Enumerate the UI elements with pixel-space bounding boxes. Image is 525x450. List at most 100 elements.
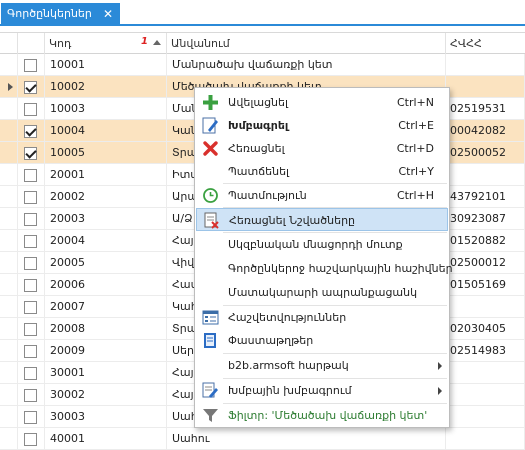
row-indicator bbox=[0, 296, 18, 318]
cell-code: 10002 bbox=[45, 76, 167, 98]
menu-item-copy[interactable]: Պատճենել Ctrl+Y bbox=[196, 160, 448, 183]
current-row-arrow-icon bbox=[8, 83, 13, 91]
menu-item-group-edit[interactable]: Խմբային խմբագրում bbox=[196, 379, 448, 402]
cell-code: 20006 bbox=[45, 274, 167, 296]
row-indicator bbox=[0, 274, 18, 296]
cell-code: 10005 bbox=[45, 142, 167, 164]
cell-tax: 43792101 bbox=[446, 186, 525, 208]
menu-item-documents[interactable]: Փաստաթղթեր bbox=[196, 329, 448, 352]
menu-item-history[interactable]: Պատմություն Ctrl+H bbox=[196, 184, 448, 207]
group-edit-icon bbox=[202, 382, 219, 399]
cell-tax: 01520882 bbox=[446, 230, 525, 252]
checkbox-cell bbox=[18, 406, 45, 428]
menu-item-partner-accounts[interactable]: Գործընկերոջ հաշվարկային հաշիվներ bbox=[196, 257, 453, 280]
cell-code: 20009 bbox=[45, 340, 167, 362]
tab-partners[interactable]: Գործընկերներ ✕ bbox=[1, 3, 120, 26]
cell-code: 10001 bbox=[45, 54, 167, 76]
row-indicator bbox=[0, 164, 18, 186]
close-icon[interactable]: ✕ bbox=[103, 7, 113, 21]
plus-icon bbox=[202, 94, 219, 111]
table-row[interactable]: 10001 Մանրածախ վաճառքի կետ bbox=[0, 54, 525, 76]
checkbox-cell bbox=[18, 208, 45, 230]
checkbox-cell bbox=[18, 54, 45, 76]
cell-code: 10003 bbox=[45, 98, 167, 120]
menu-item-edit[interactable]: Խմբագրել Ctrl+E bbox=[196, 114, 448, 137]
context-menu: Ավելացնել Ctrl+N Խմբագրել Ctrl+E Հեռացնե… bbox=[194, 87, 453, 428]
edit-icon bbox=[202, 117, 219, 134]
menu-item-add[interactable]: Ավելացնել Ctrl+N bbox=[196, 91, 448, 114]
cell-tax bbox=[446, 54, 525, 76]
row-indicator bbox=[0, 340, 18, 362]
cell-code: 10004 bbox=[45, 120, 167, 142]
checkbox-cell bbox=[18, 98, 45, 120]
checkbox-cell bbox=[18, 340, 45, 362]
checkbox-cell bbox=[18, 428, 45, 450]
checkbox-cell bbox=[18, 186, 45, 208]
cell-tax: 02500012 bbox=[446, 252, 525, 274]
menu-item-reports[interactable]: Հաշվետվություններ bbox=[196, 306, 448, 329]
cell-code: 30002 bbox=[45, 384, 167, 406]
cell-code: 30003 bbox=[45, 406, 167, 428]
checkbox-cell bbox=[18, 384, 45, 406]
cell-code: 20003 bbox=[45, 208, 167, 230]
checkbox-cell bbox=[18, 252, 45, 274]
cell-code: 20007 bbox=[45, 296, 167, 318]
cell-code: 20008 bbox=[45, 318, 167, 340]
row-indicator bbox=[0, 252, 18, 274]
documents-icon bbox=[202, 332, 219, 349]
tab-title: Գործընկերներ bbox=[7, 7, 92, 20]
history-icon bbox=[202, 187, 219, 204]
column-header-name[interactable]: Անվանում bbox=[167, 33, 446, 54]
row-indicator bbox=[0, 98, 18, 120]
column-header-tax[interactable]: ՀՎՀՀ bbox=[446, 33, 525, 54]
menu-item-supplier-pricelist[interactable]: Մատակարարի ապրանքացանկ bbox=[196, 281, 448, 304]
checkbox-cell bbox=[18, 142, 45, 164]
cell-tax: 02519531 bbox=[446, 98, 525, 120]
cell-tax bbox=[446, 428, 525, 450]
menu-item-b2b-platform[interactable]: b2b.armsoft հարթակ bbox=[196, 354, 448, 377]
row-indicator bbox=[0, 54, 18, 76]
cell-code: 20002 bbox=[45, 186, 167, 208]
grid-header: Կոդ 1 Անվանում ՀՎՀՀ bbox=[0, 33, 525, 54]
cell-tax bbox=[446, 296, 525, 318]
row-indicator bbox=[0, 428, 18, 450]
cell-code: 20005 bbox=[45, 252, 167, 274]
checkbox-cell bbox=[18, 120, 45, 142]
menu-item-delete[interactable]: Հեռացնել Ctrl+D bbox=[196, 137, 448, 160]
submenu-arrow-icon bbox=[438, 387, 442, 395]
row-indicator bbox=[0, 142, 18, 164]
submenu-arrow-icon bbox=[438, 362, 442, 370]
sort-order-index: 1 bbox=[141, 36, 148, 47]
checkbox-cell bbox=[18, 318, 45, 340]
checkbox-cell bbox=[18, 362, 45, 384]
cell-code: 40001 bbox=[45, 428, 167, 450]
row-indicator bbox=[0, 120, 18, 142]
cell-tax bbox=[446, 76, 525, 98]
cell-code: 20001 bbox=[45, 164, 167, 186]
cell-tax bbox=[446, 362, 525, 384]
delete-marked-icon bbox=[203, 212, 220, 229]
row-indicator bbox=[0, 208, 18, 230]
cell-tax: 00042082 bbox=[446, 120, 525, 142]
menu-item-initial-balance[interactable]: Սկզբնական մնացորդի մուտք bbox=[196, 233, 448, 256]
menu-item-filter[interactable]: Ֆիլտր: 'Մեծածախ վաճառքի կետ' bbox=[196, 404, 448, 427]
cell-tax bbox=[446, 384, 525, 406]
column-header-code[interactable]: Կոդ bbox=[45, 33, 167, 54]
checkbox-cell bbox=[18, 76, 45, 98]
cell-tax bbox=[446, 164, 525, 186]
cell-tax: 01505169 bbox=[446, 274, 525, 296]
menu-item-delete-marked[interactable]: Հեռացնել Նշվածները bbox=[196, 208, 448, 231]
table-row[interactable]: 40001 Սահու bbox=[0, 428, 525, 450]
delete-icon bbox=[202, 140, 219, 157]
filter-icon bbox=[202, 407, 219, 424]
header-indicator bbox=[0, 33, 18, 54]
reports-icon bbox=[202, 309, 219, 326]
tab-bar: Գործընկերներ ✕ bbox=[0, 0, 525, 26]
row-indicator bbox=[0, 230, 18, 252]
row-indicator bbox=[0, 406, 18, 428]
header-checkbox-col[interactable] bbox=[18, 33, 45, 54]
cell-name: Սահու bbox=[167, 428, 446, 450]
cell-tax: 02514983 bbox=[446, 340, 525, 362]
row-indicator bbox=[0, 384, 18, 406]
row-indicator bbox=[0, 362, 18, 384]
